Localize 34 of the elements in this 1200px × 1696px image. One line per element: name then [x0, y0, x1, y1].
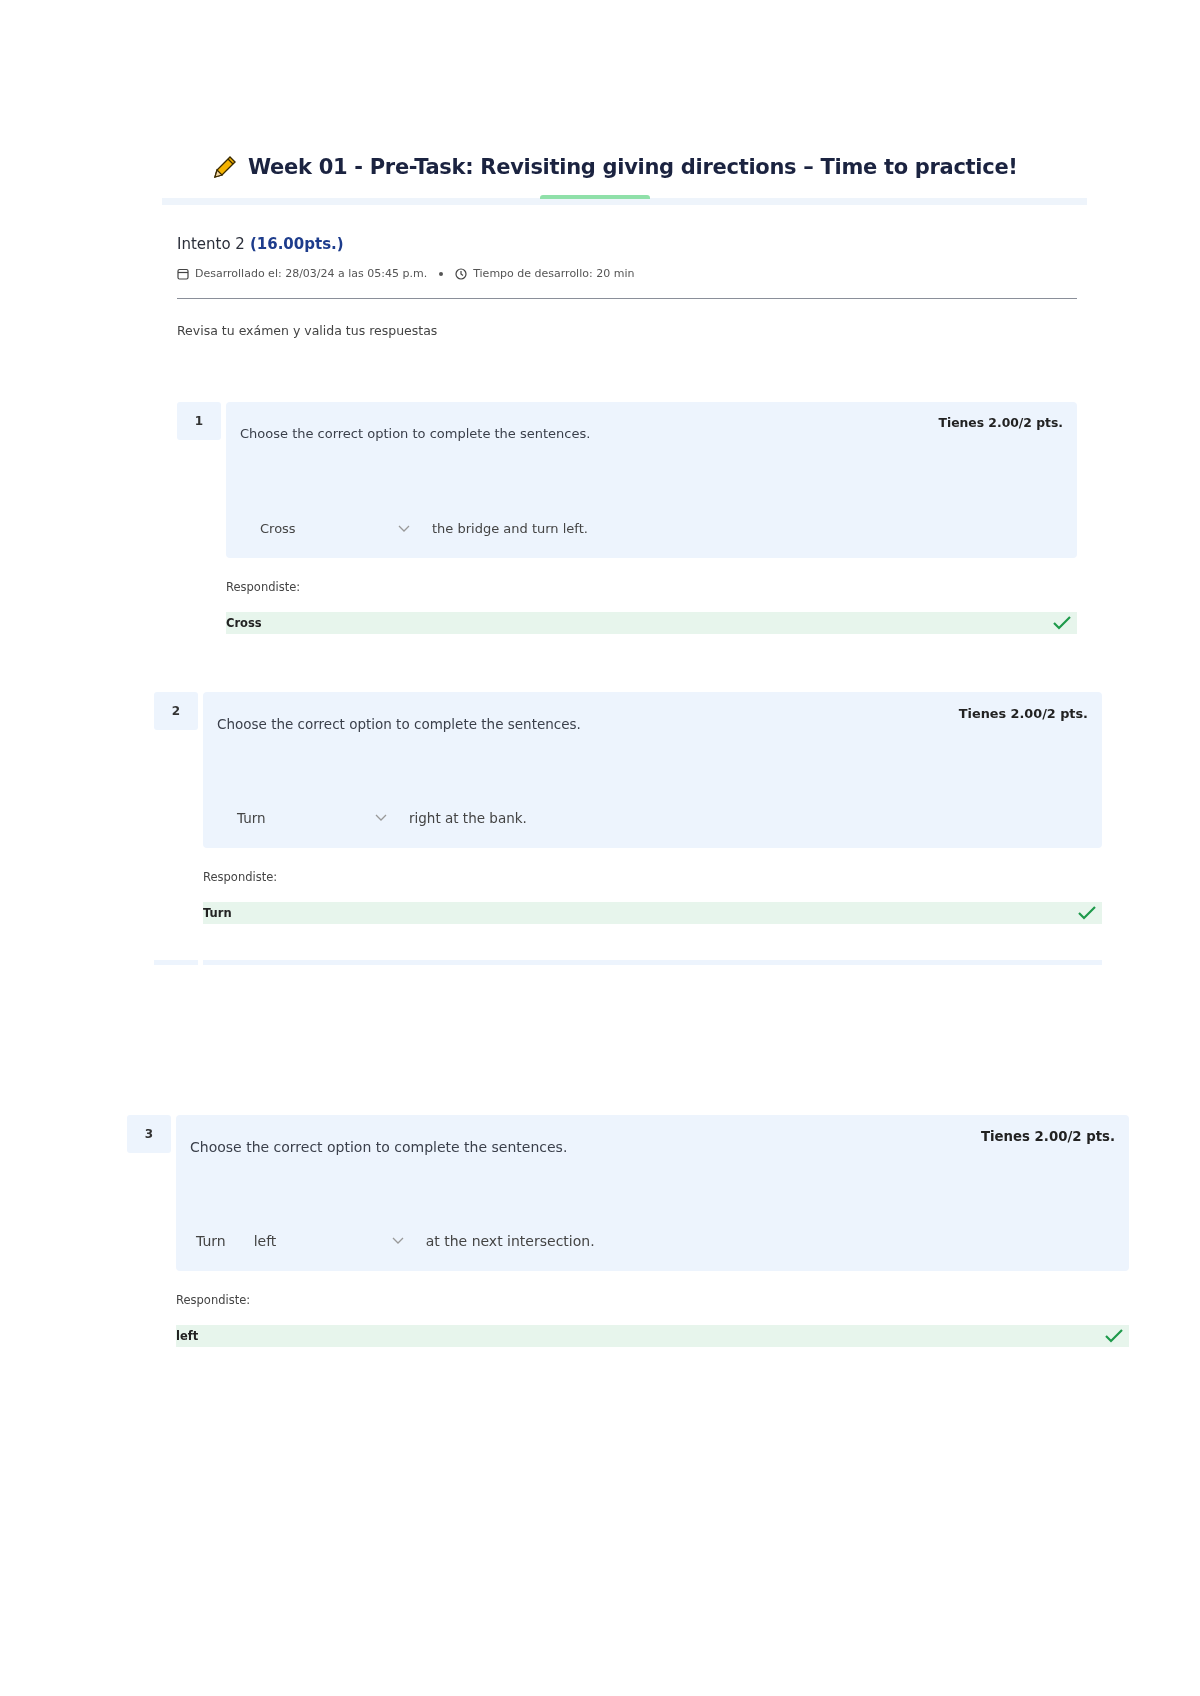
answered-label: Respondiste:: [176, 1293, 252, 1307]
question-prompt: Choose the correct option to complete the sentences.: [240, 426, 591, 441]
question-number: 1: [177, 402, 221, 440]
given-answer: Cross: [226, 612, 1077, 634]
calendar-icon: [177, 267, 189, 280]
answered-label: Respondiste:: [226, 580, 302, 594]
given-answer: left: [176, 1325, 1129, 1347]
clock-icon: [455, 267, 468, 280]
developed-date: Desarrollado el: 28/03/24 a las 05:45 p.m.: [195, 267, 428, 280]
page-title: Week 01 - Pre-Task: Revisiting giving directions – Time to practice!: [248, 155, 1018, 179]
pencil-icon: [212, 154, 238, 180]
attempt-label: Intento 2: [177, 235, 245, 253]
question-score: Tienes 2.00/2 pts.: [980, 1129, 1115, 1144]
question-score: Tienes 2.00/2 pts.: [958, 706, 1088, 721]
sentence-text: the bridge and turn left.: [432, 521, 588, 536]
check-icon: [1105, 1329, 1123, 1343]
check-icon: [1078, 906, 1096, 920]
sentence-text: right at the bank.: [409, 810, 527, 826]
question-number: 2: [154, 692, 198, 730]
question-prompt: Choose the correct option to complete the sentences.: [217, 716, 581, 732]
sentence-text: at the next intersection.: [425, 1233, 595, 1249]
answered-label: Respondiste:: [203, 870, 279, 884]
chevron-down-icon: [398, 524, 410, 533]
given-answer: Turn: [203, 902, 1102, 924]
question-score: Tienes 2.00/2 pts.: [938, 416, 1063, 430]
question-number: 3: [127, 1115, 171, 1153]
chevron-down-icon: [375, 814, 387, 822]
duration-text: Tiempo de desarrollo: 20 min: [473, 267, 635, 280]
attempt-score: (16.00pts.): [249, 235, 344, 253]
chevron-down-icon: [391, 1237, 404, 1245]
instructions-text: Revisa tu exámen y valida tus respuestas: [177, 323, 439, 338]
question-prompt: Choose the correct option to complete the sentences.: [190, 1139, 568, 1155]
check-icon: [1053, 616, 1071, 630]
sentence-text: Turn: [196, 1233, 226, 1249]
